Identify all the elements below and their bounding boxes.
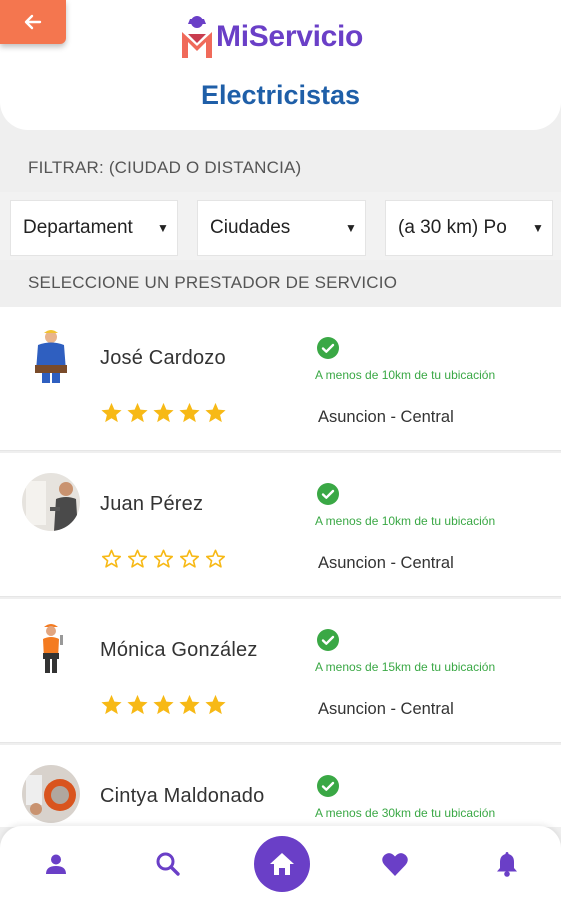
provider-card[interactable]: Cintya Maldonado A menos de 30km de tu u… bbox=[0, 745, 561, 827]
heart-icon bbox=[382, 853, 408, 876]
star-filled-icon bbox=[205, 694, 226, 715]
check-circle-icon bbox=[317, 775, 339, 797]
location-text: Asuncion - Central bbox=[318, 700, 454, 718]
check-circle-icon bbox=[317, 629, 339, 651]
provider-card[interactable]: José Cardozo A menos de 10km de tu ubica… bbox=[0, 307, 561, 451]
department-select-value: Departament bbox=[23, 217, 133, 238]
home-icon bbox=[270, 853, 294, 875]
check-circle-icon bbox=[317, 337, 339, 359]
star-outline-icon bbox=[179, 549, 200, 568]
bottom-nav bbox=[0, 826, 561, 900]
star-outline-icon bbox=[101, 549, 122, 568]
arrow-left-icon bbox=[24, 14, 42, 30]
distance-select[interactable]: (a 30 km) Po ▼ bbox=[385, 200, 553, 256]
star-filled-icon bbox=[101, 402, 122, 423]
filter-label: FILTRAR: (CIUDAD O DISTANCIA) bbox=[28, 158, 302, 177]
app-header: MiServicio Electricistas bbox=[0, 0, 561, 130]
star-filled-icon bbox=[101, 694, 122, 715]
user-icon bbox=[46, 854, 66, 874]
filter-bar: Departament ▼ Ciudades ▼ (a 30 km) Po ▼ bbox=[0, 192, 561, 260]
city-select-value: Ciudades bbox=[210, 217, 291, 238]
city-select[interactable]: Ciudades ▼ bbox=[197, 200, 366, 256]
page-title: Electricistas bbox=[200, 80, 361, 110]
distance-select-value: (a 30 km) Po bbox=[398, 217, 507, 238]
app-logo: MiServicio bbox=[180, 12, 363, 62]
location-text: Asuncion - Central bbox=[318, 408, 454, 426]
electrician-orange-icon bbox=[22, 619, 80, 677]
star-filled-icon bbox=[179, 402, 200, 423]
electrician-blue-icon bbox=[22, 327, 80, 385]
star-outline-icon bbox=[205, 549, 226, 568]
provider-name: Juan Pérez bbox=[100, 493, 204, 515]
dropdown-caret-icon: ▼ bbox=[345, 221, 357, 235]
location-text: Asuncion - Central bbox=[318, 554, 454, 572]
distance-text: A menos de 30km de tu ubicación bbox=[315, 806, 496, 820]
star-filled-icon bbox=[153, 402, 174, 423]
nav-profile-button[interactable] bbox=[36, 844, 76, 884]
provider-name: Cintya Maldonado bbox=[100, 785, 265, 807]
dropdown-caret-icon: ▼ bbox=[157, 221, 169, 235]
nav-home-button[interactable] bbox=[254, 836, 310, 892]
provider-name: Mónica González bbox=[100, 639, 258, 661]
search-icon bbox=[156, 852, 180, 876]
nav-favorites-button[interactable] bbox=[375, 844, 415, 884]
star-filled-icon bbox=[127, 402, 148, 423]
star-outline-icon bbox=[127, 549, 148, 568]
logo-mark-icon bbox=[180, 14, 214, 60]
star-filled-icon bbox=[179, 694, 200, 715]
star-filled-icon bbox=[153, 694, 174, 715]
providers-label: SELECCIONE UN PRESTADOR DE SERVICIO bbox=[28, 273, 398, 292]
star-filled-icon bbox=[127, 694, 148, 715]
nav-search-button[interactable] bbox=[148, 844, 188, 884]
worker-photo-icon bbox=[22, 765, 80, 823]
check-circle-icon bbox=[317, 483, 339, 505]
worker-photo-icon bbox=[22, 473, 80, 531]
bell-icon bbox=[497, 852, 517, 877]
back-button[interactable] bbox=[0, 0, 66, 44]
provider-card[interactable]: Juan Pérez A menos de 10km de tu ubicaci… bbox=[0, 453, 561, 597]
rating-stars bbox=[100, 547, 227, 570]
rating-stars bbox=[100, 401, 227, 424]
rating-stars bbox=[100, 693, 227, 716]
distance-text: A menos de 10km de tu ubicación bbox=[315, 368, 496, 382]
distance-text: A menos de 15km de tu ubicación bbox=[315, 660, 496, 674]
logo-text: MiServicio bbox=[216, 20, 364, 53]
provider-list: José Cardozo A menos de 10km de tu ubica… bbox=[0, 307, 561, 827]
provider-card[interactable]: Mónica González A menos de 15km de tu ub… bbox=[0, 599, 561, 743]
distance-text: A menos de 10km de tu ubicación bbox=[315, 514, 496, 528]
nav-notifications-button[interactable] bbox=[487, 844, 527, 884]
provider-name: José Cardozo bbox=[100, 347, 226, 369]
department-select[interactable]: Departament ▼ bbox=[10, 200, 178, 256]
star-filled-icon bbox=[205, 402, 226, 423]
dropdown-caret-icon: ▼ bbox=[532, 221, 544, 235]
star-outline-icon bbox=[153, 549, 174, 568]
